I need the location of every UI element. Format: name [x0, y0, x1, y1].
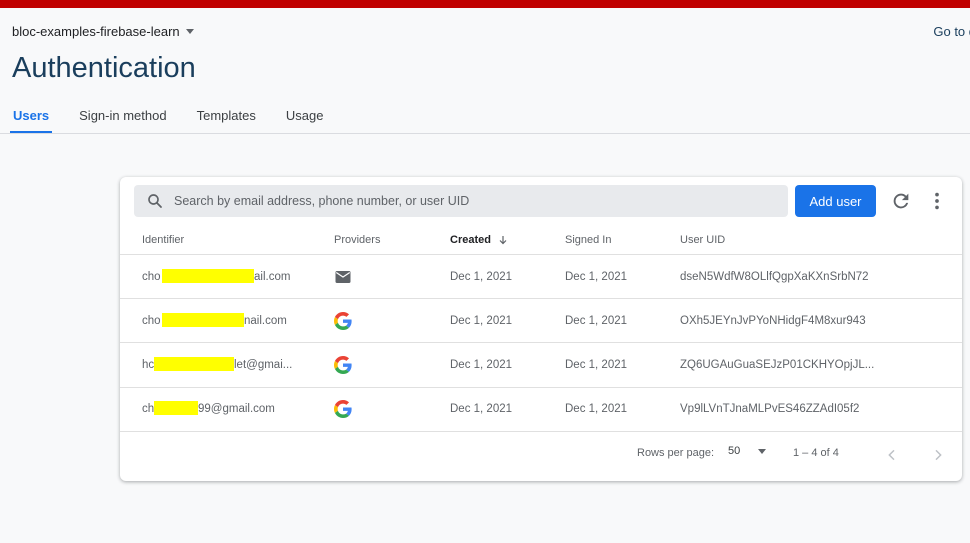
created-date: Dec 1, 2021 [450, 359, 513, 371]
row-divider [120, 431, 962, 432]
pagination-range: 1 – 4 of 4 [793, 447, 839, 459]
tab-sign-in-method[interactable]: Sign-in method [78, 102, 167, 133]
add-user-button[interactable]: Add user [795, 185, 876, 217]
redaction-mark [162, 313, 244, 327]
identifier-start: hc [142, 359, 155, 371]
redaction-mark [154, 401, 198, 415]
page-title: Authentication [12, 52, 196, 84]
search-icon [148, 194, 162, 208]
email-provider-icon [335, 271, 351, 283]
google-provider-icon [334, 400, 352, 418]
tab-bar: Users Sign-in method Templates Usage [9, 102, 352, 133]
project-name: bloc-examples-firebase-learn [12, 24, 180, 39]
signed-in-date: Dec 1, 2021 [565, 403, 628, 415]
redaction-mark [162, 269, 254, 283]
rows-per-page-value: 50 [728, 445, 741, 457]
page-header: bloc-examples-firebase-learn Go to d Aut… [0, 8, 970, 134]
column-header-providers: Providers [334, 234, 381, 246]
table-row[interactable]: hc let@gmai... Dec 1, 2021 Dec 1, 2021 Z… [120, 343, 962, 387]
go-to-docs-link[interactable]: Go to d [933, 24, 970, 39]
identifier-start: cho [142, 315, 161, 327]
chevron-down-icon [185, 29, 194, 34]
identifier-end: ail.com [254, 271, 291, 283]
column-header-created-label: Created [450, 234, 491, 246]
created-date: Dec 1, 2021 [450, 271, 513, 283]
signed-in-date: Dec 1, 2021 [565, 271, 628, 283]
identifier-end: 99@gmail.com [198, 403, 275, 415]
identifier-start: cho [142, 271, 161, 283]
tab-usage[interactable]: Usage [285, 102, 325, 133]
identifier-end: nail.com [244, 315, 287, 327]
column-header-signed-in[interactable]: Signed In [565, 234, 611, 246]
rows-per-page-label: Rows per page: [637, 447, 715, 459]
identifier-start: ch [142, 403, 155, 415]
search-input[interactable] [172, 193, 756, 209]
top-banner [0, 0, 970, 8]
search-bar [134, 185, 788, 217]
identifier-end: let@gmai... [234, 359, 293, 371]
more-vert-icon[interactable] [926, 190, 948, 212]
project-selector[interactable]: bloc-examples-firebase-learn [12, 24, 194, 39]
table-row[interactable]: cho nail.com Dec 1, 2021 Dec 1, 2021 OXh… [120, 299, 962, 343]
column-header-created[interactable]: Created [450, 234, 509, 246]
created-date: Dec 1, 2021 [450, 403, 513, 415]
arrow-down-icon [499, 236, 507, 245]
user-uid: OXh5JEYnJvPYoNHidgF4M8xur943 [680, 315, 866, 327]
table-row[interactable]: ch 99@gmail.com Dec 1, 2021 Dec 1, 2021 … [120, 387, 962, 431]
user-uid: ZQ6UGAuGuaSEJzP01CKHYOpjJL... [680, 359, 875, 371]
user-uid: Vp9lLVnTJnaMLPvES46ZZAdI05f2 [680, 403, 860, 415]
google-provider-icon [334, 312, 352, 330]
tab-users[interactable]: Users [9, 102, 53, 133]
rows-per-page-select[interactable]: 50 [728, 445, 767, 457]
table-row[interactable]: cho ail.com Dec 1, 2021 Dec 1, 2021 dseN… [120, 255, 962, 299]
chevron-right-icon[interactable] [930, 447, 946, 463]
tab-templates[interactable]: Templates [196, 102, 257, 133]
redaction-mark [154, 357, 234, 371]
signed-in-date: Dec 1, 2021 [565, 315, 628, 327]
users-table-card: Add user Identifier Providers Created Si… [120, 177, 962, 481]
refresh-icon[interactable] [890, 190, 912, 212]
google-provider-icon [334, 356, 352, 374]
created-date: Dec 1, 2021 [450, 315, 513, 327]
column-header-identifier[interactable]: Identifier [142, 234, 184, 246]
chevron-left-icon[interactable] [884, 447, 900, 463]
column-header-user-uid: User UID [680, 234, 726, 246]
signed-in-date: Dec 1, 2021 [565, 359, 628, 371]
chevron-down-icon [758, 448, 767, 454]
user-uid: dseN5WdfW8OLlfQgpXaKXnSrbN72 [680, 271, 869, 283]
